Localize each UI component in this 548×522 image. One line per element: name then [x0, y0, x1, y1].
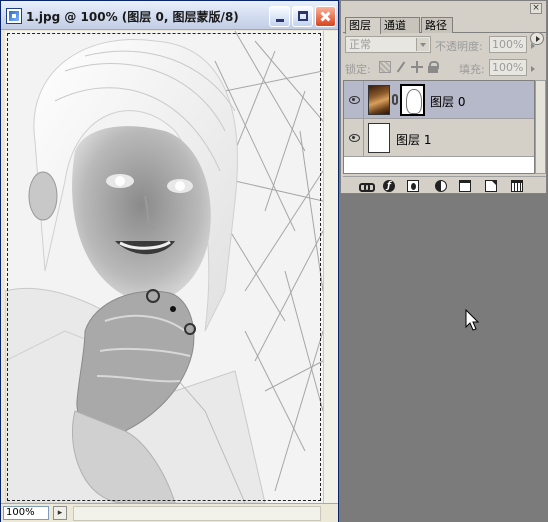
palette-close-icon[interactable]: × [530, 3, 542, 14]
maximize-icon [298, 11, 308, 21]
close-icon [316, 7, 335, 26]
horizontal-scrollbar[interactable] [73, 506, 321, 521]
visibility-eye-icon[interactable] [344, 81, 364, 118]
lock-position-icon[interactable] [411, 61, 423, 73]
lock-row: 锁定: 填充: 100% [343, 58, 546, 78]
layer-name: 图层 1 [396, 133, 432, 147]
layer-row-1[interactable]: 图层 1 [344, 119, 534, 157]
layer-style-icon[interactable]: ƒ [383, 180, 395, 192]
fill-slider-arrow-icon[interactable] [529, 59, 542, 76]
new-group-icon[interactable] [459, 180, 471, 192]
document-title: 1.jpg @ 100% (图层 0, 图层蒙版/8) [26, 10, 239, 24]
layers-bottom-toolbar: ƒ [343, 176, 546, 193]
document-statusbar: 100% ▸ [1, 503, 338, 522]
new-layer-icon[interactable] [485, 180, 497, 192]
close-button[interactable] [315, 6, 336, 27]
zoom-level-field[interactable]: 100% [3, 506, 49, 520]
mouse-pointer-icon [465, 309, 480, 331]
tab-layers[interactable]: 图层 [345, 17, 381, 34]
blend-mode-select[interactable]: 正常 [345, 36, 431, 53]
vertical-scrollbar[interactable] [323, 31, 338, 503]
layer-thumbnail [368, 123, 390, 153]
chevron-down-icon [416, 38, 429, 51]
image-canvas[interactable] [5, 31, 323, 503]
document-titlebar[interactable]: 1.jpg @ 100% (图层 0, 图层蒙版/8) [1, 1, 338, 30]
add-mask-icon[interactable] [407, 180, 419, 192]
lock-label: 锁定: [345, 63, 371, 76]
photoshop-doc-icon [6, 8, 22, 24]
fill-field[interactable]: 100% [489, 59, 527, 76]
tab-paths[interactable]: 路径 [421, 17, 453, 33]
visibility-eye-icon[interactable] [344, 119, 364, 156]
layer-name: 图层 0 [430, 95, 466, 109]
opacity-label: 不透明度: [435, 40, 483, 53]
adjustment-layer-icon[interactable] [435, 180, 447, 192]
delete-layer-icon[interactable] [511, 180, 523, 192]
layer-thumbnail [368, 85, 390, 115]
blend-row: 正常 不透明度: 100% [343, 35, 546, 55]
lock-paint-icon[interactable] [395, 61, 407, 73]
layer-mask-thumbnail[interactable] [400, 84, 425, 116]
inverted-portrait-image [5, 31, 323, 503]
palette-tabs: 图层 通道 路径 [343, 15, 546, 45]
minimize-icon [276, 19, 284, 22]
status-menu-arrow-icon[interactable]: ▸ [53, 506, 67, 520]
blend-mode-value: 正常 [349, 38, 371, 51]
lock-transparency-icon[interactable] [379, 61, 391, 73]
document-window: 1.jpg @ 100% (图层 0, 图层蒙版/8) 100% ▸ [0, 0, 339, 522]
layers-list: 图层 0 图层 1 [343, 80, 535, 174]
lock-all-icon[interactable] [427, 61, 439, 73]
tab-channels[interactable]: 通道 [380, 17, 420, 33]
link-layers-icon[interactable] [359, 180, 375, 192]
opacity-slider-arrow-icon[interactable] [529, 36, 542, 53]
layer-row-0[interactable]: 图层 0 [344, 81, 534, 119]
mask-link-icon[interactable] [392, 94, 398, 105]
layers-scrollbar[interactable] [535, 80, 546, 174]
maximize-button[interactable] [292, 6, 313, 27]
minimize-button[interactable] [269, 6, 290, 27]
fill-label: 填充: [459, 63, 485, 76]
opacity-field[interactable]: 100% [489, 36, 527, 53]
layers-palette: × 图层 通道 路径 正常 不透明度: 100% 锁定: 填充: 100% 图层… [340, 0, 547, 194]
